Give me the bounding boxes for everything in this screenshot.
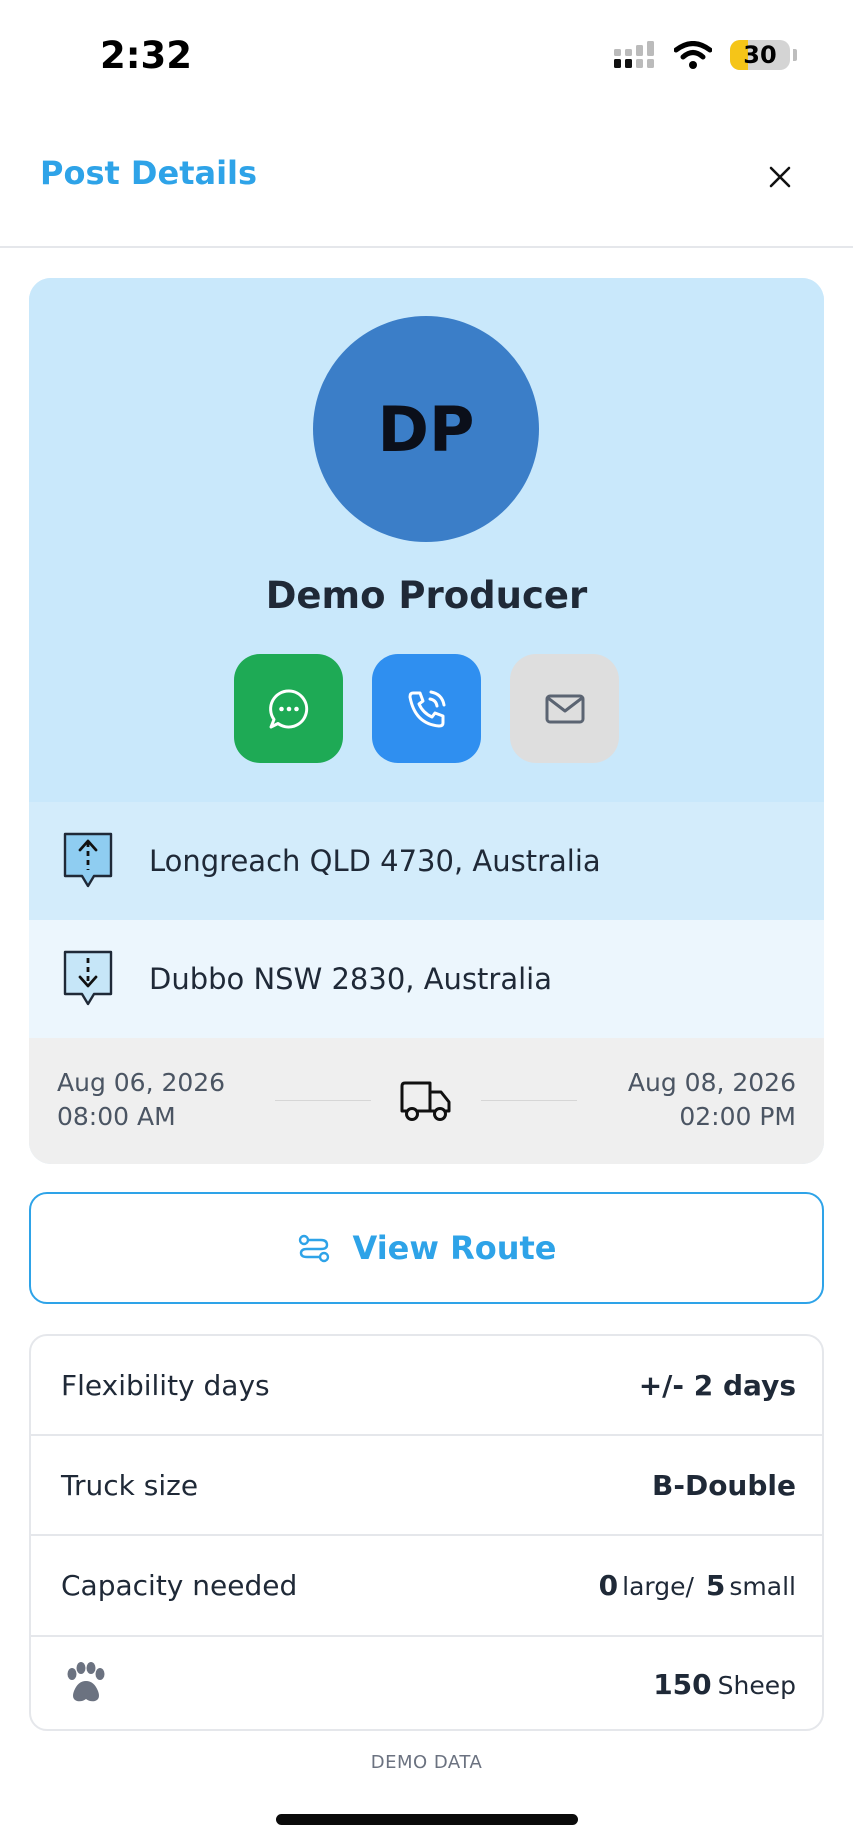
close-icon[interactable] <box>763 160 797 194</box>
pickup-arrow-up-icon <box>63 832 113 888</box>
start-date: Aug 06, 2026 <box>57 1068 226 1097</box>
capacity-large-unit: large/ <box>622 1572 694 1601</box>
capacity-large-count: 0 <box>598 1569 619 1602</box>
livestock-value: 150 Sheep <box>653 1668 796 1701</box>
flexibility-label: Flexibility days <box>61 1368 270 1402</box>
battery-indicator: 30 <box>730 40 797 70</box>
wifi-icon <box>674 41 712 69</box>
producer-name: Demo Producer <box>265 574 588 617</box>
battery-cap <box>793 49 797 61</box>
flexibility-row: Flexibility days +/- 2 days <box>31 1336 822 1436</box>
header: Post Details <box>0 130 853 248</box>
dropoff-location-row: Dubbo NSW 2830, Australia <box>29 920 824 1038</box>
divider <box>481 1100 577 1101</box>
dropoff-address: Dubbo NSW 2830, Australia <box>149 962 552 996</box>
livestock-row: 150 Sheep <box>31 1637 822 1729</box>
start-datetime: Aug 06, 2026 08:00 AM <box>57 1066 225 1134</box>
paw-icon <box>67 1662 105 1702</box>
end-datetime: Aug 08, 2026 02:00 PM <box>628 1066 796 1134</box>
whatsapp-chat-icon <box>268 688 308 728</box>
page-title: Post Details <box>40 154 258 192</box>
demo-data-note: DEMO DATA <box>370 1752 483 1773</box>
call-button[interactable] <box>372 654 481 763</box>
route-icon <box>298 1234 329 1263</box>
status-icons: 30 <box>614 40 797 70</box>
mail-icon <box>545 694 584 723</box>
cellular-signal-icon <box>614 41 654 68</box>
post-details-list: Flexibility days +/- 2 days Truck size B… <box>29 1334 824 1731</box>
truck-size-row: Truck size B-Double <box>31 1436 822 1536</box>
email-button[interactable] <box>510 654 619 763</box>
producer-profile: DP Demo Producer <box>29 278 824 802</box>
capacity-row: Capacity needed 0 large/ 5 small <box>31 1536 822 1637</box>
whatsapp-button[interactable] <box>234 654 343 763</box>
dropoff-arrow-down-icon <box>63 950 113 1006</box>
home-indicator[interactable] <box>276 1814 578 1825</box>
battery-icon: 30 <box>730 40 790 70</box>
capacity-small-unit: small <box>729 1572 796 1601</box>
contact-actions <box>234 654 619 763</box>
start-time: 08:00 AM <box>57 1102 176 1131</box>
status-bar: 2:32 30 <box>0 0 853 110</box>
truck-size-label: Truck size <box>61 1468 199 1502</box>
capacity-small-count: 5 <box>705 1569 726 1602</box>
livestock-count: 150 <box>653 1667 712 1701</box>
view-route-label: View Route <box>352 1229 557 1267</box>
truck-icon <box>400 1081 451 1121</box>
post-card: DP Demo Producer Longreach QLD 4730, Aus… <box>29 278 824 1164</box>
capacity-value: 0 large/ 5 small <box>599 1569 796 1602</box>
end-date: Aug 08, 2026 <box>627 1068 796 1097</box>
schedule-row: Aug 06, 2026 08:00 AM Aug 08, 2026 02:00… <box>29 1038 824 1164</box>
capacity-label: Capacity needed <box>61 1569 298 1602</box>
view-route-button[interactable]: View Route <box>29 1192 824 1304</box>
pickup-location-row: Longreach QLD 4730, Australia <box>29 802 824 920</box>
flexibility-value: +/- 2 days <box>638 1368 796 1402</box>
divider <box>275 1100 371 1101</box>
avatar: DP <box>313 316 539 542</box>
pickup-address: Longreach QLD 4730, Australia <box>149 844 601 878</box>
phone-icon <box>408 690 445 727</box>
battery-level: 30 <box>743 41 777 69</box>
truck-size-value: B-Double <box>651 1468 796 1502</box>
status-time: 2:32 <box>100 34 193 77</box>
livestock-type: Sheep <box>717 1670 796 1700</box>
end-time: 02:00 PM <box>679 1102 796 1131</box>
